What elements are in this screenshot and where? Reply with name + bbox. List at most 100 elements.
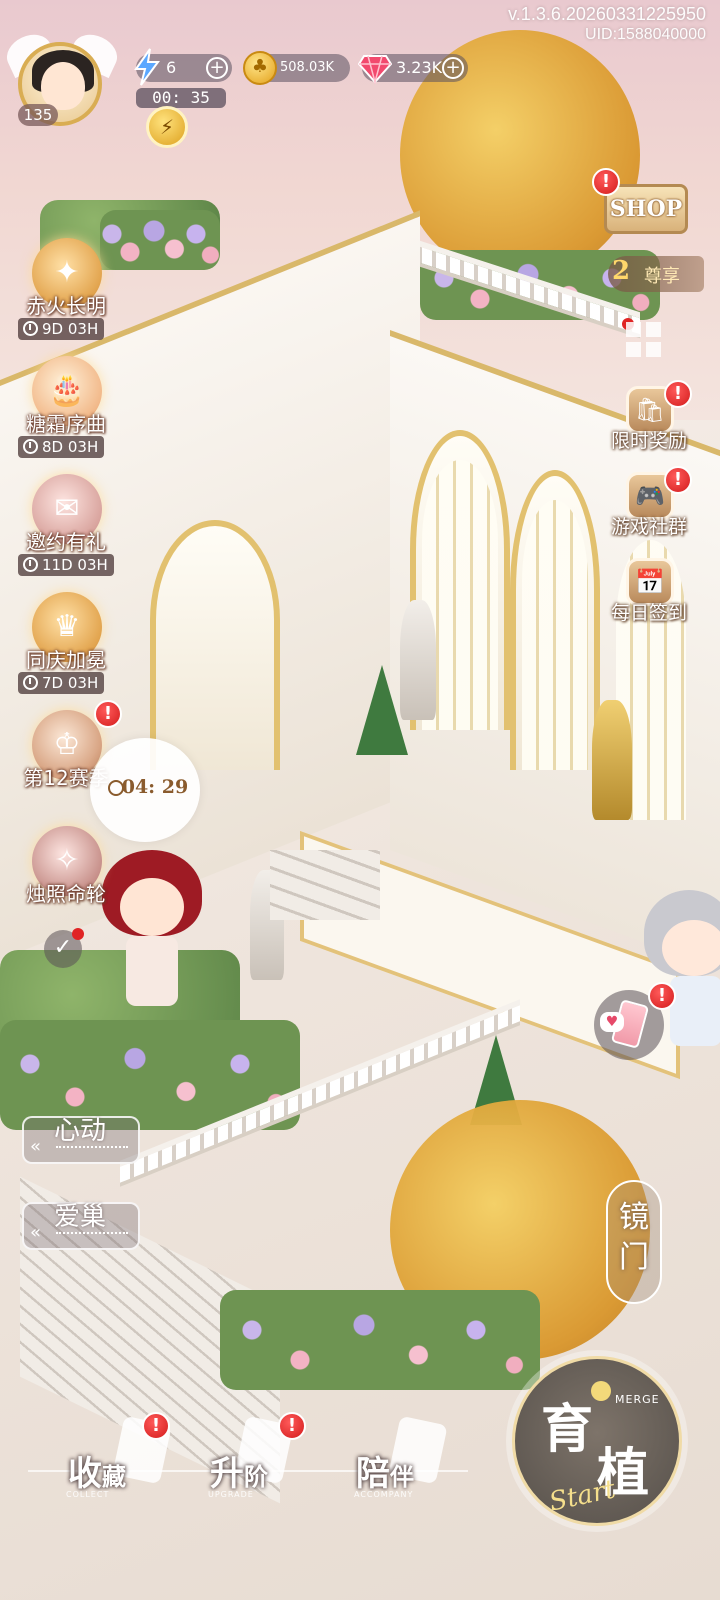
uid-text: UID:1588040000 [585, 26, 706, 43]
event-label: 邀约有礼 [26, 530, 106, 554]
christmas-tree-1 [356, 665, 408, 755]
nav-label-en: UPGRADE [208, 1490, 254, 1499]
gem-value: 3.23K [396, 58, 443, 77]
dotted-line [56, 1232, 128, 1234]
menu-label: 每日签到 [610, 602, 687, 624]
mirror-gate-button[interactable]: 镜 门 [606, 1180, 662, 1304]
notification-dot [72, 928, 84, 940]
shop-alert-badge: ! [592, 168, 620, 196]
nav-label-sub: 伴 [390, 1462, 414, 1491]
alert-badge: ! [664, 466, 692, 494]
nav-label: 收藏 [68, 1446, 126, 1495]
left-arch [150, 520, 280, 770]
event-coronation[interactable]: ♛ 同庆加冕 7D 03H [16, 592, 116, 702]
upper-flower-bed [100, 210, 220, 270]
alert-badge: ! [648, 982, 676, 1010]
merge-start-button[interactable]: 育 MERGE 植 Start [512, 1356, 682, 1526]
nav-label-sub: 藏 [102, 1462, 126, 1491]
alert-badge: ! [278, 1412, 306, 1440]
collapse-toggle[interactable]: ✓ [44, 928, 84, 968]
add-energy-button[interactable]: + [206, 57, 228, 79]
vip-button[interactable]: 2 尊享 [608, 256, 704, 292]
add-gem-button[interactable]: + [442, 57, 464, 79]
nav-label-en: COLLECT [66, 1490, 110, 1499]
event-countdown: 8D 03H [18, 436, 105, 458]
event-invitation-gift[interactable]: ✉ 邀约有礼 11D 03H [16, 474, 116, 584]
phone-chat-button[interactable]: ♥ ! [594, 982, 676, 1060]
event-countdown: 7D 03H [18, 672, 105, 694]
clock-icon [23, 439, 38, 454]
lightning-icon [134, 48, 160, 86]
countdown-text: 11D 03H [42, 556, 108, 574]
energy-value: 6 [166, 58, 177, 77]
energy-boost-icon[interactable]: ⚡ [146, 106, 188, 148]
nav-upgrade[interactable]: ! 升阶 UPGRADE [208, 1412, 340, 1520]
nav-label: 升阶 [210, 1446, 268, 1495]
side-tab-heartbeat[interactable]: 心动 « [22, 1116, 140, 1164]
bottom-flower-bed [220, 1290, 540, 1390]
clover-icon [591, 1381, 611, 1401]
nav-label-sub: 阶 [244, 1462, 268, 1491]
dotted-line [56, 1146, 128, 1148]
event-countdown: 9D 03H [18, 318, 105, 340]
event-label: 烛照命轮 [26, 882, 106, 906]
nav-label-main: 升 [210, 1454, 244, 1494]
event-frosting-prelude[interactable]: 🎂 糖霜序曲 8D 03H [16, 356, 116, 466]
side-tab-label: 爱巢 [54, 1202, 107, 1232]
nav-label-en: ACCOMPANY [354, 1490, 414, 1499]
gem-icon [358, 55, 392, 84]
gothic-window-2 [522, 500, 588, 770]
event-candle-wheel[interactable]: ✧ 烛照命轮 [16, 826, 116, 936]
event-red-fire[interactable]: ✦ 赤火长明 9D 03H [16, 238, 116, 348]
daily-checkin-button[interactable]: 📅 每日签到 [604, 558, 694, 638]
nav-accompany[interactable]: 陪伴 ACCOMPANY [354, 1415, 486, 1520]
alert-badge: ! [664, 380, 692, 408]
nav-label-main: 收 [68, 1454, 102, 1494]
clock-icon [23, 321, 38, 336]
countdown-text: 7D 03H [42, 674, 99, 692]
menu-label: 游戏社群 [610, 516, 687, 538]
grid-icon[interactable] [626, 322, 662, 358]
vip-label: 尊享 [644, 266, 680, 287]
energy-counter[interactable]: 6 + [134, 48, 232, 86]
menu-label: 限时奖励 [610, 430, 687, 452]
avatar-face [41, 62, 85, 110]
event-countdown: 11D 03H [18, 554, 114, 576]
double-chevron-left-icon: « [30, 1222, 42, 1243]
side-tab-love-nest[interactable]: 爱巢 « [22, 1202, 140, 1250]
countdown-text: 9D 03H [42, 320, 99, 338]
side-tab-label: 心动 [54, 1116, 107, 1146]
game-community-button[interactable]: 🎮 游戏社群 ! [604, 466, 694, 552]
coin-value: 508.03K [280, 60, 335, 75]
mirror-gate-char-2: 门 [619, 1240, 649, 1275]
chibi-face [662, 920, 720, 976]
season-timer-text: 04: 29 [121, 776, 189, 798]
season-timer-bubble[interactable]: 04: 29 [90, 738, 200, 842]
vip-level: 2 [612, 256, 631, 286]
shop-button[interactable]: SHOP [604, 184, 688, 234]
check-chevron-icon: ✓ [53, 935, 73, 960]
nav-collect[interactable]: ! 收藏 COLLECT [66, 1412, 198, 1520]
gem-counter[interactable]: 3.23K + [358, 54, 468, 84]
nav-label: 陪伴 [356, 1446, 414, 1495]
event-label: 同庆加冕 [26, 648, 106, 672]
event-label: 糖霜序曲 [26, 412, 106, 436]
clover-coin-icon: ♣ [243, 51, 277, 85]
start-char-1: 育 [541, 1399, 594, 1460]
heart-icon: ♥ [600, 1012, 624, 1032]
event-label: 赤火长明 [26, 294, 106, 318]
clock-icon [23, 557, 38, 572]
chibi-body [126, 936, 178, 1006]
player-level: 135 [18, 104, 58, 126]
alert-badge: ! [94, 700, 122, 728]
clock-icon [23, 675, 38, 690]
altar-stairs [270, 850, 380, 920]
nav-label-main: 陪 [356, 1454, 390, 1494]
player-avatar[interactable]: 135 [0, 27, 124, 132]
mirror-gate-char-1: 镜 [619, 1200, 649, 1235]
alert-badge: ! [142, 1412, 170, 1440]
start-en-label: MERGE [615, 1393, 660, 1406]
energy-timer: 00: 35 [136, 88, 226, 108]
limited-reward-button[interactable]: 🛍 限时奖励 ! [604, 380, 694, 466]
gold-statue [592, 700, 632, 820]
